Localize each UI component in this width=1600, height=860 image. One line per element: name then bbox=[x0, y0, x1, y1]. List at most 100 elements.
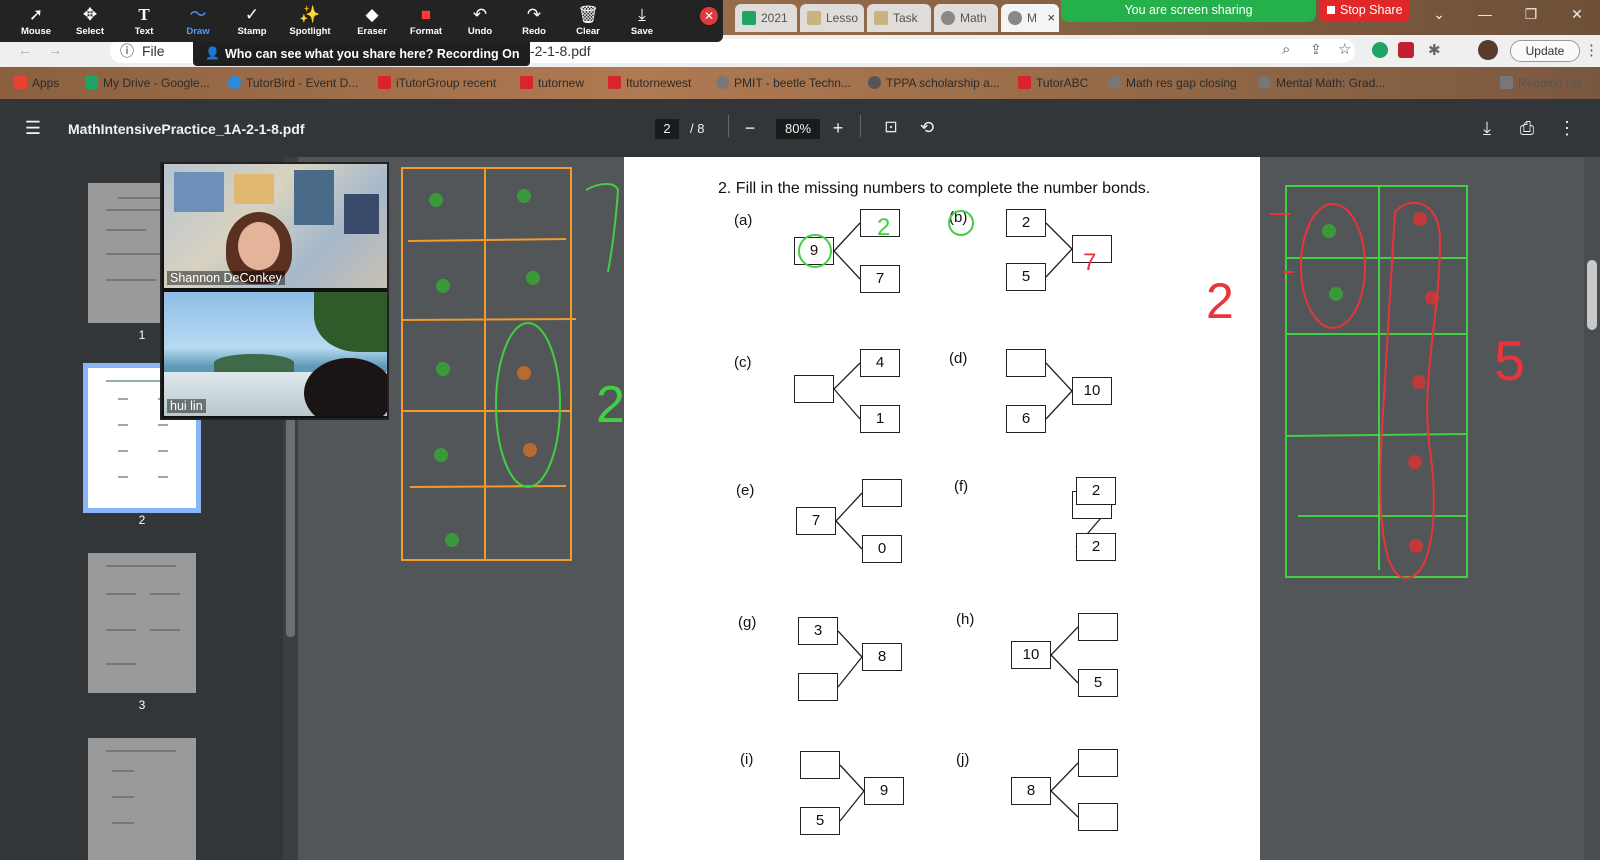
itutor-icon bbox=[378, 76, 391, 89]
more-options-icon[interactable]: ⋮ bbox=[1552, 113, 1582, 143]
page-thumbnail[interactable] bbox=[88, 553, 196, 693]
save-tool[interactable]: ⤓ Save bbox=[616, 4, 668, 40]
thumbnail-label: 3 bbox=[138, 698, 146, 712]
tab-close-icon[interactable]: × bbox=[1047, 10, 1055, 25]
rotate-icon[interactable]: ⟲ bbox=[912, 113, 942, 143]
info-icon: ⓘ bbox=[120, 43, 134, 59]
bond-box-whole: 8 bbox=[1011, 777, 1051, 805]
bond-box-top bbox=[1006, 349, 1046, 377]
restore-icon[interactable]: ❐ bbox=[1508, 0, 1554, 30]
bond-line bbox=[1050, 626, 1079, 656]
itutor-icon bbox=[520, 76, 533, 89]
bookmark-item[interactable]: Apps bbox=[14, 76, 59, 90]
part-label: (g) bbox=[738, 614, 757, 631]
zoom-out-icon[interactable]: − bbox=[735, 113, 765, 143]
zoom-in-icon[interactable]: + bbox=[823, 113, 853, 143]
close-window-icon[interactable]: ✕ bbox=[1554, 0, 1600, 30]
viewer-scrollbar[interactable] bbox=[1584, 157, 1600, 860]
bookmark-item[interactable]: TPPA scholarship a... bbox=[868, 76, 1000, 90]
bookmark-star-icon[interactable]: ☆ bbox=[1338, 40, 1351, 58]
browser-tab[interactable]: Math bbox=[934, 4, 998, 32]
fit-page-icon[interactable]: ⊡ bbox=[876, 113, 906, 143]
spotlight-tool[interactable]: ✨ Spotlight bbox=[284, 4, 336, 40]
video-gallery-panel[interactable]: Shannon DeConkey hui lin bbox=[160, 162, 389, 420]
zoom-annotation-toolbar: ➚ Mouse ✥ Select T Text 〜 Draw ✓ Stamp ✨ Spotl… bbox=[0, 0, 723, 42]
print-icon[interactable]: ⎙ bbox=[1512, 113, 1542, 143]
page-total: / 8 bbox=[690, 121, 705, 136]
extensions-puzzle-icon[interactable]: ✱ bbox=[1428, 41, 1441, 59]
redo-tool[interactable]: ↷ Redo bbox=[508, 4, 560, 40]
eraser-tool[interactable]: ◆ Eraser bbox=[346, 4, 398, 40]
redo-icon: ↷ bbox=[526, 5, 542, 24]
bond-box-bottom bbox=[798, 673, 838, 701]
bond-line bbox=[835, 492, 863, 522]
bookmark-item[interactable]: tutornew bbox=[520, 76, 584, 90]
bookmark-item[interactable]: Math res gap closing bbox=[1108, 76, 1237, 90]
video-tile[interactable]: Shannon DeConkey bbox=[164, 164, 387, 288]
mouse-tool[interactable]: ➚ Mouse bbox=[10, 4, 62, 40]
red-loop-large bbox=[1379, 201, 1442, 580]
red-dots bbox=[1408, 212, 1439, 553]
bond-box-bottom: 1 bbox=[860, 405, 900, 433]
part-label: (h) bbox=[956, 611, 975, 628]
bookmark-item[interactable]: TutorBird - Event D... bbox=[228, 76, 358, 90]
green-loop bbox=[495, 322, 561, 488]
hamburger-menu-icon[interactable]: ☰ bbox=[18, 113, 48, 143]
bookmark-item[interactable]: Mental Math: Grad... bbox=[1258, 76, 1385, 90]
participant-name: Shannon DeConkey bbox=[167, 271, 285, 285]
part-label: (f) bbox=[954, 478, 969, 495]
bond-line bbox=[835, 520, 863, 550]
text-tool[interactable]: T Text bbox=[118, 4, 170, 40]
zoom-lens-icon[interactable]: ⌕ bbox=[1282, 41, 1290, 58]
stamp-tool[interactable]: ✓ Stamp bbox=[226, 4, 278, 40]
part-label: (c) bbox=[734, 354, 752, 371]
bond-line bbox=[837, 656, 863, 688]
browser-tab[interactable]: 2021 bbox=[735, 4, 797, 32]
zoom-level-input[interactable]: 80% bbox=[776, 119, 820, 139]
extension-icon[interactable] bbox=[1372, 42, 1388, 58]
clear-tool[interactable]: 🗑 Clear bbox=[562, 4, 614, 40]
bond-box-whole bbox=[1072, 235, 1112, 263]
format-tool[interactable]: ■ Format bbox=[400, 4, 452, 40]
select-tool[interactable]: ✥ Select bbox=[64, 4, 116, 40]
bookmark-item[interactable]: Itutornewest bbox=[608, 76, 691, 90]
bond-line bbox=[1045, 362, 1073, 392]
back-icon[interactable]: ← bbox=[18, 42, 32, 58]
tab-search-icon[interactable]: ⌄ bbox=[1416, 0, 1462, 30]
screen-sharing-indicator[interactable]: You are screen sharing bbox=[1061, 0, 1316, 22]
undo-icon: ↶ bbox=[472, 5, 488, 24]
browser-tab[interactable]: Task bbox=[867, 4, 931, 32]
forward-icon[interactable]: → bbox=[48, 42, 62, 58]
page-thumbnail[interactable] bbox=[88, 738, 196, 860]
bookmark-item[interactable]: PMIT - beetle Techn... bbox=[716, 76, 851, 90]
recording-banner[interactable]: 👤 Who can see what you share here? Recor… bbox=[193, 42, 530, 66]
profile-avatar[interactable] bbox=[1478, 40, 1498, 60]
browser-tab-active[interactable]: M × bbox=[1001, 4, 1059, 32]
part-label: (j) bbox=[956, 751, 970, 768]
green-dots-right bbox=[1322, 224, 1343, 301]
poster-decor bbox=[294, 170, 334, 225]
trash-icon: 🗑 bbox=[577, 5, 599, 24]
divider bbox=[860, 115, 861, 137]
bookmark-item[interactable]: iTutorGroup recent bbox=[378, 76, 496, 90]
browser-tab[interactable]: Lesso bbox=[800, 4, 864, 32]
draw-tool[interactable]: 〜 Draw bbox=[172, 4, 224, 40]
bookmark-item[interactable]: My Drive - Google... bbox=[85, 76, 210, 90]
minimize-icon[interactable]: — bbox=[1462, 0, 1508, 30]
ublock-icon[interactable] bbox=[1398, 42, 1414, 58]
undo-tool[interactable]: ↶ Undo bbox=[454, 4, 506, 40]
page-number-input[interactable]: 2 bbox=[655, 119, 679, 139]
close-annotation-icon[interactable]: ✕ bbox=[700, 7, 718, 25]
stop-share-button[interactable]: Stop Share bbox=[1320, 0, 1409, 22]
bookmark-item[interactable]: TutorABC bbox=[1018, 76, 1088, 90]
download-icon[interactable]: ⤓ bbox=[1472, 113, 1502, 143]
menu-kebab-icon[interactable]: ⋮ bbox=[1584, 41, 1599, 59]
reading-list[interactable]: Reading list bbox=[1500, 76, 1581, 90]
update-button[interactable]: Update bbox=[1510, 40, 1580, 62]
itutor-icon bbox=[608, 76, 621, 89]
reading-list-icon bbox=[1500, 76, 1513, 89]
thumbnail-label: 2 bbox=[138, 513, 146, 527]
share-icon[interactable]: ⇪ bbox=[1310, 41, 1322, 58]
video-tile[interactable]: hui lin bbox=[164, 292, 387, 416]
globe-icon bbox=[1008, 11, 1022, 25]
